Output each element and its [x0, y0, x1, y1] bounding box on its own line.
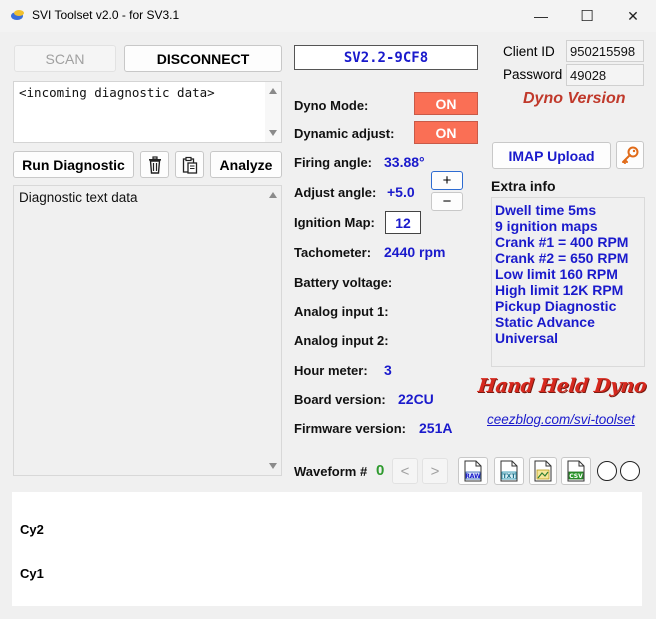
waveform-prev-button[interactable]: < [392, 458, 418, 484]
ignition-map-input[interactable]: 12 [385, 211, 421, 234]
dyno-mode-label: Dyno Mode: [294, 98, 369, 113]
extra-info-line: Pickup Diagnostic [495, 298, 617, 314]
dyno-version-text: Dyno Version [523, 90, 626, 107]
client-id-label: Client ID [503, 44, 555, 59]
analog-input-2-label: Analog input 2: [294, 333, 389, 348]
board-version-label: Board version: [294, 392, 386, 407]
image-file-icon [534, 460, 552, 482]
scroll-up-icon[interactable] [269, 192, 277, 198]
scan-button[interactable]: SCAN [14, 45, 116, 72]
minimize-button[interactable]: — [518, 0, 564, 32]
indicator-circle-2 [620, 461, 640, 481]
extra-info-line: Static Advance [495, 314, 595, 330]
waveform-panel[interactable]: Cy2 Cy1 [12, 492, 642, 606]
adjust-angle-label: Adjust angle: [294, 185, 377, 200]
export-raw-button[interactable]: RAW [458, 457, 488, 485]
diagnostic-text: Diagnostic text data [19, 190, 138, 205]
extra-info-line: Universal [495, 330, 559, 346]
dyno-mode-toggle[interactable]: ON [414, 92, 478, 115]
txt-file-icon: TXT [500, 460, 518, 482]
password-field[interactable]: 49028 [566, 64, 644, 86]
tachometer-value: 2440 rpm [384, 244, 446, 260]
hour-meter-value: 3 [384, 362, 392, 378]
adjust-angle-value: +5.0 [387, 184, 415, 200]
minimize-icon: — [534, 8, 548, 24]
website-link[interactable]: ceezblog.com/svi-toolset [487, 412, 635, 427]
hour-meter-label: Hour meter: [294, 363, 368, 378]
extra-info-line: Dwell time 5ms [495, 202, 597, 218]
close-button[interactable]: ✕ [610, 0, 656, 32]
extra-info-line: Crank #2 = 650 RPM [495, 250, 629, 266]
copy-button[interactable] [175, 151, 204, 178]
export-txt-button[interactable]: TXT [494, 457, 524, 485]
title-bar: SVI Toolset v2.0 - for SV3.1 — ☐ ✕ [0, 0, 656, 32]
ignition-map-label: Ignition Map: [294, 215, 375, 230]
incoming-data-text: <incoming diagnostic data> [19, 85, 215, 100]
run-diagnostic-button[interactable]: Run Diagnostic [13, 151, 134, 178]
tachometer-label: Tachometer: [294, 245, 372, 260]
client-id-field[interactable]: 950215598 [566, 40, 644, 62]
txt-file-text: TXT [503, 473, 517, 480]
firmware-version-value: 251A [419, 420, 453, 436]
extra-info-box: Dwell time 5ms 9 ignition maps Crank #1 … [491, 197, 645, 367]
export-csv-button[interactable]: CSV [561, 457, 591, 485]
raw-file-text: RAW [465, 473, 481, 480]
firing-angle-value: 33.88° [384, 154, 425, 170]
trash-icon [148, 155, 161, 174]
incoming-data-box[interactable]: <incoming diagnostic data> [13, 81, 282, 143]
incoming-scrollbar[interactable] [265, 82, 281, 142]
firing-angle-label: Firing angle: [294, 155, 372, 170]
waveform-label: Waveform # [294, 464, 368, 479]
analyze-button[interactable]: Analyze [210, 151, 282, 178]
csv-file-text: CSV [569, 473, 583, 480]
hand-held-dyno-logo: Hand Held Dyno [476, 375, 648, 397]
waveform-next-button[interactable]: > [422, 458, 448, 484]
delete-button[interactable] [140, 151, 169, 178]
maximize-icon: ☐ [580, 8, 594, 25]
cy1-label: Cy1 [20, 566, 44, 581]
waveform-number: 0 [376, 462, 385, 479]
scroll-down-icon[interactable] [269, 463, 277, 469]
analog-input-1-label: Analog input 1: [294, 304, 389, 319]
window-title: SVI Toolset v2.0 - for SV3.1 [32, 8, 180, 22]
disconnect-button[interactable]: DISCONNECT [124, 45, 282, 72]
battery-voltage-label: Battery voltage: [294, 275, 393, 290]
extra-info-title: Extra info [491, 178, 556, 194]
diagnostic-text-box[interactable]: Diagnostic text data [13, 185, 282, 476]
export-image-button[interactable] [529, 457, 557, 485]
firmware-version-label: Firmware version: [294, 421, 406, 436]
maximize-button[interactable]: ☐ [564, 0, 610, 32]
diagnostic-scrollbar[interactable] [265, 186, 281, 475]
dynamic-adjust-label: Dynamic adjust: [294, 126, 395, 141]
key-icon [622, 146, 639, 164]
password-label: Password [503, 67, 563, 82]
cy2-label: Cy2 [20, 522, 44, 537]
indicator-circle-1 [597, 461, 617, 481]
board-version-value: 22CU [398, 391, 434, 407]
dynamic-adjust-toggle[interactable]: ON [414, 121, 478, 144]
app-icon [10, 7, 26, 23]
scroll-down-icon[interactable] [269, 130, 277, 136]
raw-file-icon: RAW [464, 460, 482, 482]
clipboard-icon [182, 156, 197, 174]
extra-info-line: Crank #1 = 400 RPM [495, 234, 629, 250]
adjust-minus-button[interactable]: − [431, 192, 463, 211]
device-id-box: SV2.2-9CF8 [294, 45, 478, 70]
extra-info-line: Low limit 160 RPM [495, 266, 618, 282]
csv-file-icon: CSV [567, 460, 585, 482]
scroll-up-icon[interactable] [269, 88, 277, 94]
adjust-plus-button[interactable]: + [431, 171, 463, 190]
close-icon: ✕ [627, 7, 639, 24]
extra-info-line: 9 ignition maps [495, 218, 598, 234]
key-button[interactable] [616, 141, 644, 169]
extra-info-line: High limit 12K RPM [495, 282, 624, 298]
imap-upload-button[interactable]: IMAP Upload [492, 142, 611, 169]
